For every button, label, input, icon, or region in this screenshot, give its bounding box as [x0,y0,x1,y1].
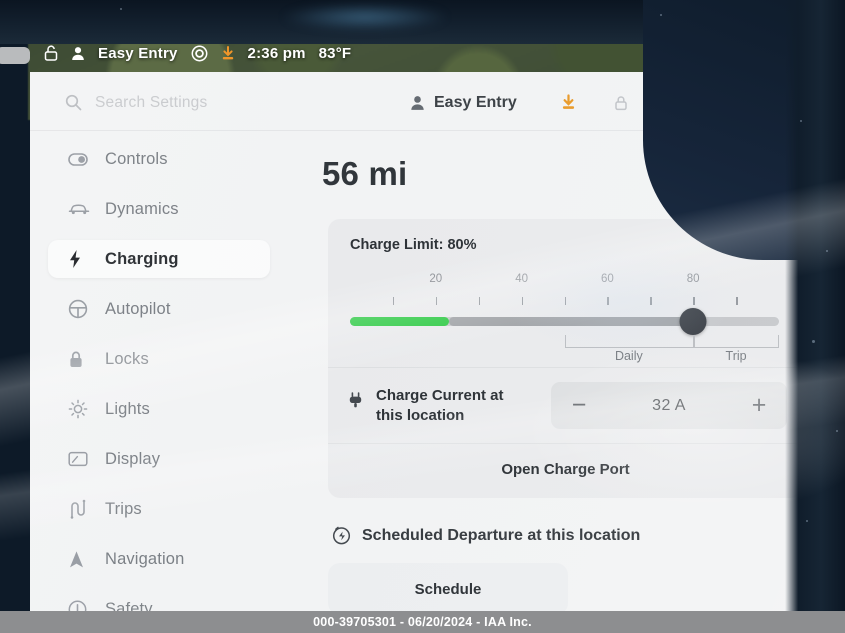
winding-road-icon [68,499,94,519]
schedule-button[interactable]: Schedule [328,563,568,615]
slider-tick [736,297,738,305]
sidebar-item-label: Controls [105,149,168,168]
slider-bracket-divider [693,335,695,348]
charge-current-label-line1: Charge Current at [376,387,504,405]
open-charge-port-button[interactable]: Open Charge Port [328,444,803,498]
software-update-icon[interactable] [221,45,235,61]
charge-current-increase-button[interactable]: + [731,391,787,420]
settings-sidebar: Controls Dynamics Charging Autopilot Loc… [30,140,288,633]
scheduled-departure-label: Scheduled Departure at this location [362,526,641,544]
slider-battery-fill [350,317,449,326]
left-edge-partial-widget[interactable] [0,47,30,64]
charge-current-label-line2: this location [376,406,465,424]
slider-thumb[interactable] [679,308,707,335]
sidebar-item-charging[interactable]: Charging [48,240,270,278]
person-icon[interactable] [71,46,85,61]
lock-icon[interactable] [614,95,628,111]
unlocked-padlock-icon[interactable] [44,45,58,61]
sidebar-item-locks[interactable]: Locks [48,340,270,378]
slider-tick-label: 60 [600,273,614,285]
sidebar-item-label: Dynamics [105,199,179,218]
slider-tick-label: 20 [429,273,443,285]
status-bar-profile-name: Easy Entry [98,44,178,62]
toggle-switch-icon [68,152,94,166]
car-icon [68,202,94,216]
sentry-record-icon[interactable] [191,45,208,62]
slider-tick [650,297,652,305]
person-icon [410,95,425,111]
slider-daily-label: Daily [614,349,643,363]
slider-track-filled-to-limit [448,317,694,326]
dashboard-bezel-right [785,0,845,633]
scheduled-departure-row[interactable]: Scheduled Departure at this location [332,526,815,545]
slider-tick [693,297,695,305]
slider-tick [435,297,438,305]
sidebar-item-label: Autopilot [105,299,171,318]
sidebar-item-navigation[interactable]: Navigation [48,540,270,578]
photo-of-vehicle-touchscreen: Easy Entry 2:36 pm 83°F Search Settings … [0,0,845,633]
header-profile-name: Easy Entry [434,93,517,111]
steering-wheel-icon [68,299,94,319]
slider-daily-trip-bracket [564,335,779,348]
scheduled-departure-clock-icon [332,526,351,545]
slider-tick-label: 80 [686,273,700,285]
charge-limit-card: Charge Limit: 80% 20 40 60 80 Daily Trip… [328,219,803,498]
sidebar-item-controls[interactable]: Controls [48,140,270,178]
sidebar-item-dynamics[interactable]: Dynamics [48,190,270,228]
slider-tick [392,297,395,305]
status-bar-time: 2:36 pm [247,44,306,62]
auction-watermark: 000-39705301 - 06/20/2024 - IAA Inc. [0,611,845,633]
brightness-sun-icon [68,399,94,419]
charge-limit-slider[interactable]: 20 40 60 80 Daily Trip [350,259,779,367]
charge-current-value: 32 A [652,396,686,414]
search-icon [65,94,82,111]
status-bar-temperature: 83°F [318,44,352,62]
sidebar-item-label: Lights [105,399,150,418]
sidebar-item-label: Locks [105,349,149,368]
slider-trip-label: Trip [725,349,747,363]
header-profile[interactable]: Easy Entry [410,94,517,112]
sidebar-item-autopilot[interactable]: Autopilot [48,290,270,328]
slider-tick [478,297,481,305]
sidebar-item-lights[interactable]: Lights [48,390,270,428]
charge-current-decrease-button[interactable]: − [551,391,607,420]
navigation-arrow-icon [68,550,94,569]
slider-tick-label: 40 [515,273,528,285]
software-update-icon[interactable] [561,94,576,111]
sidebar-item-trips[interactable]: Trips [48,490,270,528]
sidebar-item-label: Trips [105,499,142,518]
charge-plug-icon [348,392,363,410]
charge-current-row: Charge Current at this location − 32 A + [328,368,803,443]
charge-current-label: Charge Current at this location [376,386,504,424]
slider-tick [564,297,566,305]
search-placeholder: Search Settings [95,93,208,111]
sidebar-item-label: Display [105,449,161,468]
slider-tick [607,297,609,305]
lightning-bolt-icon [68,249,94,269]
sidebar-item-display[interactable]: Display [48,440,270,478]
search-input[interactable]: Search Settings [65,94,355,112]
screen-icon [68,451,94,467]
sidebar-item-label: Navigation [105,549,185,568]
sidebar-item-label: Charging [105,249,179,268]
charge-current-stepper[interactable]: − 32 A + [551,382,787,429]
slider-tick [521,297,524,305]
padlock-icon [68,350,94,369]
